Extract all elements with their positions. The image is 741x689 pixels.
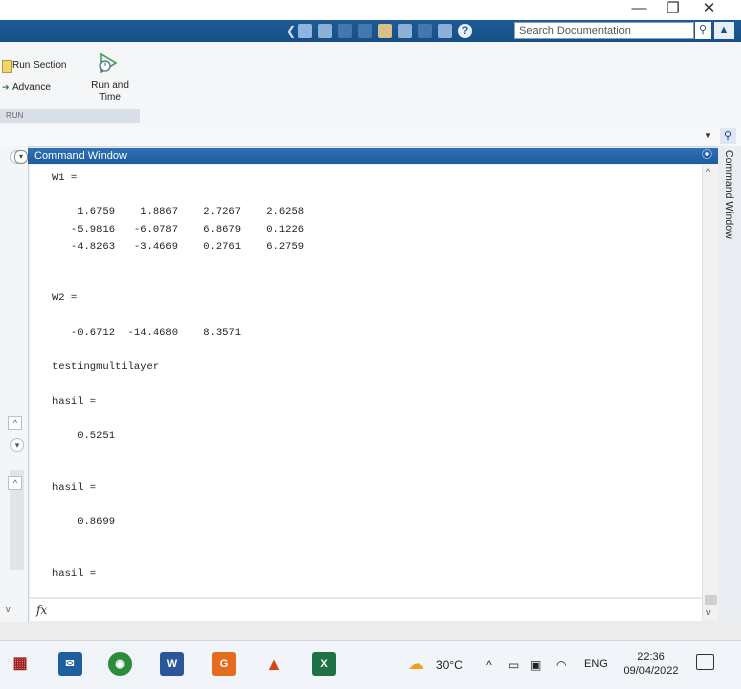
- output-line: testingmultilayer: [52, 361, 160, 374]
- run-section-label: RUN: [0, 109, 140, 123]
- redo-icon[interactable]: [418, 24, 432, 38]
- output-line: hasil =: [52, 567, 97, 580]
- run-section-button[interactable]: Run Section: [12, 60, 66, 71]
- command-window-scrollbar[interactable]: ^ v: [702, 165, 719, 620]
- output-line: hasil =: [52, 481, 97, 494]
- advance-button[interactable]: Advance: [12, 82, 51, 93]
- new-script-icon[interactable]: [298, 24, 312, 38]
- collapse-ribbon-icon[interactable]: ▲: [714, 22, 734, 39]
- excel-icon[interactable]: X: [312, 652, 336, 676]
- output-line: -5.9816 -6.0787 6.8679 0.1226: [52, 223, 305, 236]
- output-line: hasil =: [52, 395, 97, 408]
- mail-icon[interactable]: ✉: [58, 652, 82, 676]
- folder-dropdown-icon[interactable]: ▼: [704, 131, 712, 140]
- search-documentation-input[interactable]: Search Documentation: [514, 22, 694, 39]
- undo-icon[interactable]: [398, 24, 412, 38]
- command-prompt-row[interactable]: fx: [30, 598, 702, 621]
- output-line: W2 =: [52, 292, 78, 305]
- run-section-icon: [2, 60, 12, 73]
- command-window-titlebar: Command Window ⦿: [28, 148, 718, 164]
- language-indicator[interactable]: ENG: [584, 658, 608, 670]
- wifi-icon[interactable]: ◠: [556, 658, 566, 672]
- help-icon[interactable]: ?: [458, 24, 472, 38]
- run-and-time-label-line1: Run and: [91, 80, 129, 91]
- scroll-up-arrow-icon[interactable]: ^: [8, 416, 22, 430]
- paste-icon[interactable]: [378, 24, 392, 38]
- command-window-menu-icon[interactable]: ▾: [14, 150, 28, 164]
- weather-temperature[interactable]: 30°C: [436, 658, 463, 672]
- app-g-icon[interactable]: G: [212, 652, 236, 676]
- minimize-button[interactable]: —: [622, 0, 656, 20]
- output-line: 1.6759 1.8867 2.7267 2.6258: [52, 206, 305, 219]
- search-icon[interactable]: ⚲: [695, 22, 711, 39]
- current-folder-bar: [0, 126, 741, 147]
- copy-icon[interactable]: [358, 24, 372, 38]
- switch-windows-icon[interactable]: [438, 24, 452, 38]
- output-line: W1 =: [52, 172, 78, 184]
- function-browser-icon[interactable]: fx: [36, 603, 47, 617]
- store-icon[interactable]: ▦: [8, 652, 32, 676]
- toolbar-separator-icon: ❮: [286, 24, 297, 38]
- network-settings-icon[interactable]: ▣: [530, 658, 541, 672]
- scroll-down-arrow-icon[interactable]: v: [6, 604, 11, 614]
- scroll-up-icon[interactable]: ^: [706, 167, 710, 177]
- command-window-actions-icon[interactable]: ⦿: [702, 148, 712, 164]
- chrome-icon[interactable]: ◉: [108, 652, 132, 676]
- output-line: 0.5251: [52, 430, 116, 442]
- matlab-icon[interactable]: ▲: [262, 652, 286, 676]
- word-icon[interactable]: W: [160, 652, 184, 676]
- advance-icon: ➜: [2, 82, 10, 92]
- output-line: -0.6712 -14.4680 8.3571: [52, 326, 242, 339]
- scroll-up-arrow-icon-2[interactable]: ^: [8, 476, 22, 490]
- scroll-down-icon[interactable]: v: [706, 607, 711, 617]
- save-icon[interactable]: [318, 24, 332, 38]
- close-button[interactable]: ✕: [692, 0, 726, 20]
- status-bar: [0, 622, 741, 640]
- cut-icon[interactable]: [338, 24, 352, 38]
- clock[interactable]: 22:36 09/04/2022: [620, 650, 682, 678]
- panel-actions-icon-2[interactable]: ▾: [10, 438, 24, 452]
- scroll-thumb[interactable]: [705, 595, 717, 605]
- restore-button[interactable]: ❐: [656, 0, 690, 20]
- weather-icon[interactable]: ☁: [408, 654, 424, 674]
- clock-date: 09/04/2022: [623, 665, 679, 677]
- notification-icon[interactable]: [696, 654, 714, 670]
- run-and-time-label-line2: Time: [99, 92, 121, 103]
- output-line: -4.8263 -3.4669 0.2761 6.2759: [52, 240, 305, 253]
- clock-time: 22:36: [637, 651, 665, 663]
- tray-overflow-icon[interactable]: ^: [486, 658, 492, 672]
- run-and-time-button[interactable]: Run and Time: [90, 80, 130, 104]
- battery-icon[interactable]: ▭: [508, 658, 519, 672]
- run-and-time-icon: [99, 52, 118, 74]
- output-line: 0.8699: [52, 516, 116, 528]
- search-folder-icon[interactable]: ⚲: [720, 128, 736, 144]
- command-window-side-tab[interactable]: Command Window: [718, 150, 740, 239]
- command-window-title: Command Window: [34, 150, 127, 162]
